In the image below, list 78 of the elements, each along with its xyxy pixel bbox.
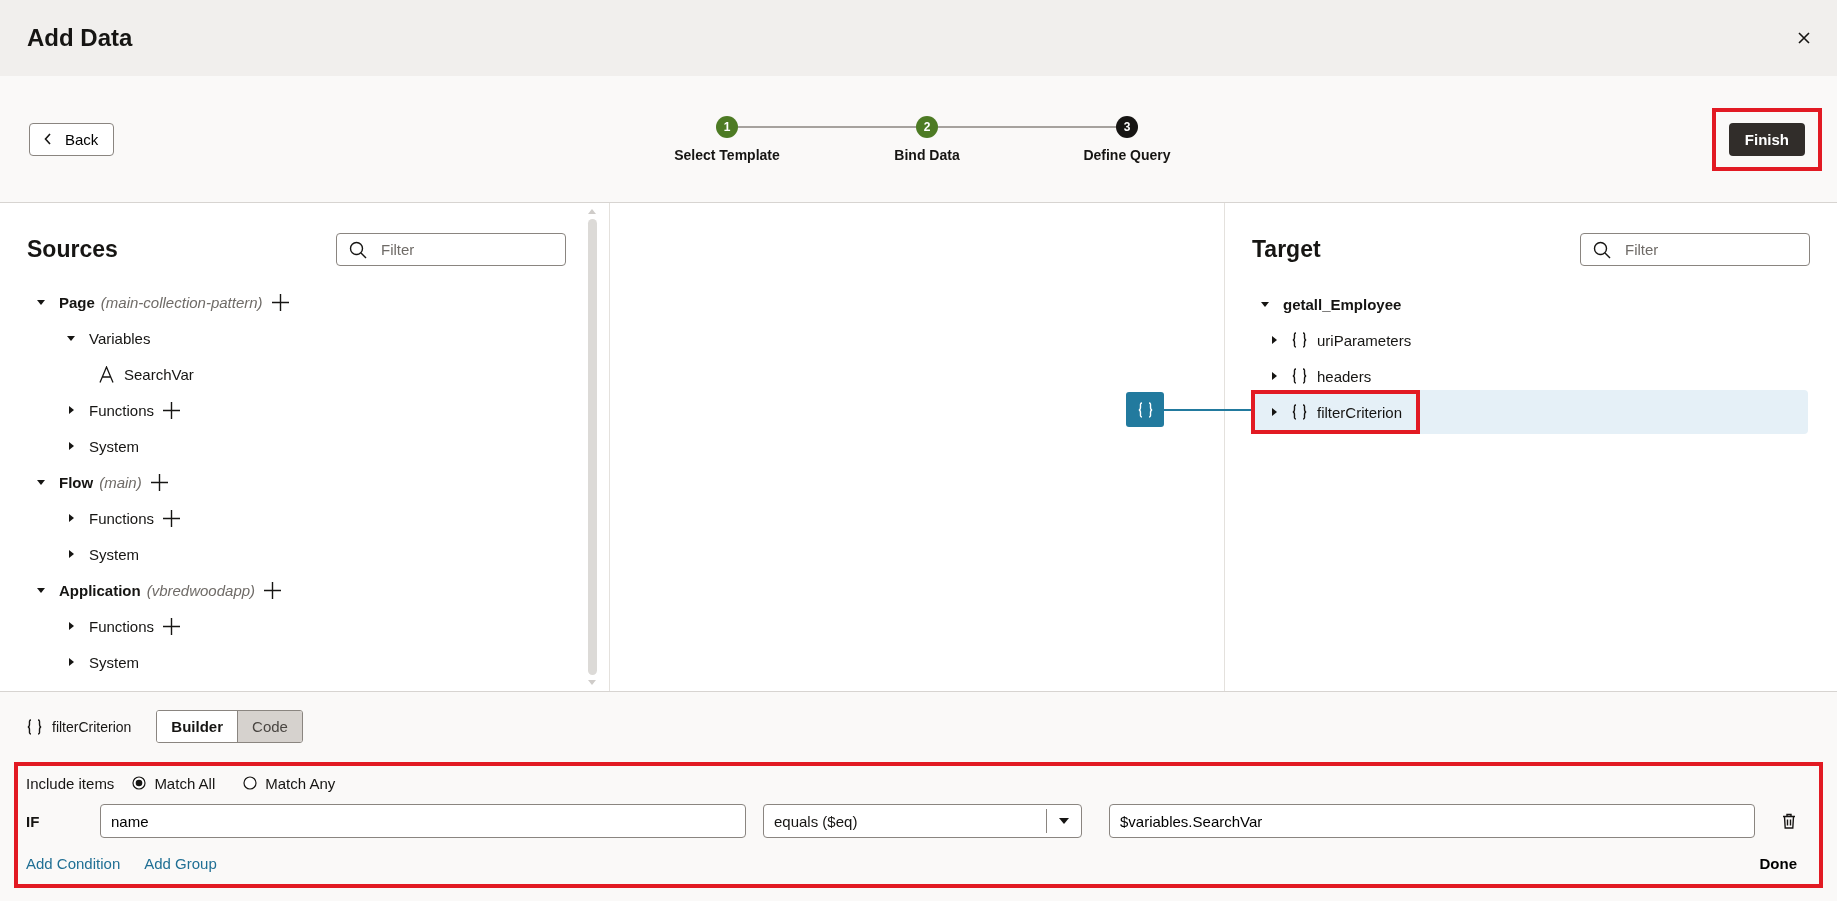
- tree-item[interactable]: Variables: [89, 329, 151, 347]
- braces-icon: [1292, 368, 1307, 384]
- plus-icon[interactable]: [163, 401, 181, 419]
- dropdown-caret-icon[interactable]: [1059, 818, 1069, 824]
- add-link[interactable]: Add Group: [144, 854, 217, 872]
- plus-icon[interactable]: [163, 509, 181, 527]
- delete-icon[interactable]: [1782, 813, 1796, 829]
- tree-item[interactable]: Functions: [89, 509, 155, 527]
- caret-down-icon[interactable]: [1260, 299, 1270, 309]
- dialog-title: Add Data: [27, 24, 133, 52]
- tree-item[interactable]: System: [89, 545, 139, 563]
- caret-down-icon[interactable]: [36, 477, 46, 487]
- plus-icon[interactable]: [264, 581, 282, 599]
- caret-right-icon[interactable]: [66, 657, 76, 667]
- step-number: 1: [716, 116, 738, 138]
- mode-toggle[interactable]: Code: [238, 711, 302, 742]
- tree-item[interactable]: getall_Employee: [1283, 295, 1402, 313]
- caret-right-icon[interactable]: [1269, 407, 1279, 417]
- operator-select[interactable]: equals ($eq): [763, 804, 1082, 838]
- caret-down-icon[interactable]: [36, 297, 46, 307]
- value-input[interactable]: $variables.SearchVar: [1109, 804, 1755, 838]
- plus-icon[interactable]: [163, 617, 181, 635]
- finish-button[interactable]: Finish: [1728, 122, 1805, 156]
- step-label: Select Template: [674, 147, 780, 163]
- radio-icon[interactable]: [132, 776, 147, 790]
- tree-item[interactable]: Functions: [89, 617, 155, 635]
- include-label: Include items: [26, 774, 115, 792]
- chevron-left-icon: [44, 133, 52, 145]
- caret-down-icon[interactable]: [66, 333, 76, 343]
- caret-right-icon[interactable]: [66, 513, 76, 523]
- tree-item[interactable]: SearchVar: [124, 365, 194, 383]
- back-button[interactable]: Back: [29, 122, 115, 156]
- caret-right-icon[interactable]: [66, 621, 76, 631]
- caret-right-icon[interactable]: [66, 549, 76, 559]
- tree-item-note: (main): [99, 473, 142, 491]
- filter-field[interactable]: Filter: [1580, 233, 1810, 266]
- match-radio[interactable]: Match All: [132, 774, 216, 792]
- tree-item[interactable]: headers: [1317, 367, 1372, 385]
- tree-item[interactable]: System: [89, 437, 139, 455]
- caret-right-icon[interactable]: [1269, 335, 1279, 345]
- step-number: 3: [1116, 116, 1138, 138]
- braces-icon: [27, 718, 42, 735]
- panel-title: Target: [1252, 236, 1321, 263]
- caret-right-icon[interactable]: [1269, 371, 1279, 381]
- panel-title: Sources: [27, 236, 118, 263]
- mode-toggle[interactable]: Builder: [157, 711, 239, 742]
- scrollbar-thumb[interactable]: [587, 219, 597, 675]
- add-link[interactable]: Add Condition: [26, 854, 121, 872]
- plus-icon[interactable]: [150, 473, 168, 491]
- filter-field[interactable]: Filter: [336, 233, 566, 266]
- tree-item[interactable]: Page: [59, 293, 95, 311]
- step-label: Bind Data: [894, 147, 960, 163]
- tree-item-note: (vbredwoodapp): [146, 581, 256, 599]
- caret-right-icon[interactable]: [66, 405, 76, 415]
- mapping-node[interactable]: [1126, 392, 1164, 427]
- tree-item[interactable]: filterCriterion: [1317, 403, 1403, 421]
- text-type-icon: [99, 365, 114, 383]
- tree-item[interactable]: Application: [59, 581, 141, 599]
- step-number: 2: [916, 116, 938, 138]
- match-radio[interactable]: Match Any: [243, 774, 336, 792]
- tree-item[interactable]: Functions: [89, 401, 155, 419]
- caret-down-icon[interactable]: [36, 585, 46, 595]
- step-label: Define Query: [1083, 147, 1171, 163]
- braces-icon: [1292, 332, 1307, 348]
- tree-item[interactable]: uriParameters: [1317, 331, 1412, 349]
- braces-icon: [1137, 401, 1153, 418]
- close-icon[interactable]: [1798, 32, 1810, 44]
- done-button[interactable]: Done: [1759, 854, 1797, 872]
- editor-title: filterCriterion: [52, 718, 132, 735]
- tree-item-note: (main-collection-pattern): [100, 293, 263, 311]
- tree-item[interactable]: System: [89, 653, 139, 671]
- plus-icon[interactable]: [271, 293, 289, 311]
- caret-right-icon[interactable]: [66, 441, 76, 451]
- tree-item[interactable]: Flow: [59, 473, 94, 491]
- condition-label: IF: [26, 812, 41, 830]
- radio-icon[interactable]: [243, 776, 258, 790]
- field-input[interactable]: name: [100, 804, 746, 838]
- braces-icon: [1292, 404, 1307, 420]
